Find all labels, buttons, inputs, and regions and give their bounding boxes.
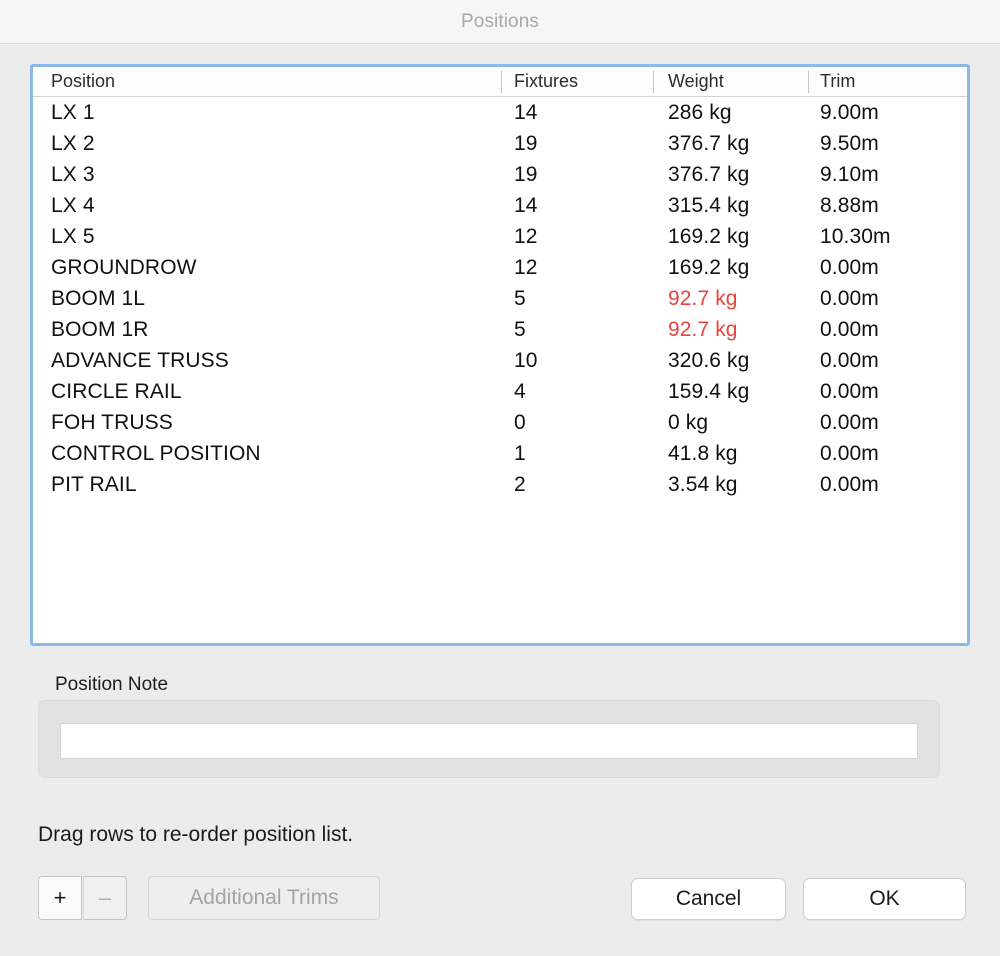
position-note-input[interactable] [60,723,918,759]
cell-fix: 19 [514,163,538,186]
cell-pos: GROUNDROW [51,256,197,279]
window-title: Positions [461,10,539,32]
cell-trim: 0.00m [820,411,879,434]
column-header-weight[interactable]: Weight [668,71,724,92]
cell-pos: LX 1 [51,101,95,124]
cell-fix: 10 [514,349,538,372]
cell-wgt: 159.4 kg [668,380,750,403]
cell-trim: 10.30m [820,225,891,248]
cell-wgt: 92.7 kg [668,318,738,341]
cell-pos: PIT RAIL [51,473,137,496]
cell-fix: 14 [514,101,538,124]
cell-wgt: 169.2 kg [668,225,750,248]
cell-trim: 8.88m [820,194,879,217]
table-row[interactable]: LX 4 14 315.4 kg 8.88m [33,192,967,223]
cell-trim: 9.50m [820,132,879,155]
cell-wgt: 376.7 kg [668,163,750,186]
cell-pos: LX 4 [51,194,95,217]
position-note-group [38,700,940,778]
cell-fix: 12 [514,225,538,248]
cell-trim: 0.00m [820,318,879,341]
cell-fix: 2 [514,473,526,496]
position-note-label: Position Note [55,674,169,695]
cell-wgt: 315.4 kg [668,194,750,217]
cell-wgt: 3.54 kg [668,473,738,496]
table-row[interactable]: BOOM 1R 5 92.7 kg 0.00m [33,316,967,347]
cell-trim: 0.00m [820,473,879,496]
table-header-row: Position Fixtures Weight Trim [33,67,967,97]
cell-pos: LX 2 [51,132,95,155]
column-divider-1[interactable] [501,71,502,93]
cell-wgt: 169.2 kg [668,256,750,279]
cell-pos: CONTROL POSITION [51,442,261,465]
table-row[interactable]: LX 1 14 286 kg 9.00m [33,99,967,130]
cell-fix: 19 [514,132,538,155]
column-header-fixtures[interactable]: Fixtures [514,71,578,92]
positions-table-inner: Position Fixtures Weight Trim LX 1 14 286 … [33,67,967,643]
column-header-position[interactable]: Position [51,71,115,92]
cell-fix: 5 [514,287,526,310]
column-header-trim[interactable]: Trim [820,71,855,92]
table-row[interactable]: LX 2 19 376.7 kg 9.50m [33,130,967,161]
positions-dialog: Positions Position Fixtures Weight Trim … [0,0,1000,956]
positions-row-list: LX 1 14 286 kg 9.00m LX 2 19 376.7 kg 9.50m LX 3… [33,97,967,502]
cell-pos: CIRCLE RAIL [51,380,182,403]
cell-wgt: 41.8 kg [668,442,738,465]
table-row[interactable]: FOH TRUSS 0 0 kg 0.00m [33,409,967,440]
cell-trim: 0.00m [820,256,879,279]
cell-pos: LX 5 [51,225,95,248]
cell-trim: 0.00m [820,442,879,465]
add-position-button[interactable]: + [38,876,82,920]
positions-table[interactable]: Position Fixtures Weight Trim LX 1 14 286 … [30,64,970,646]
remove-position-button[interactable]: – [83,876,127,920]
cell-fix: 14 [514,194,538,217]
cell-wgt: 92.7 kg [668,287,738,310]
cancel-button[interactable]: Cancel [631,878,786,920]
cell-wgt: 286 kg [668,101,732,124]
additional-trims-button[interactable]: Additional Trims [148,876,380,920]
window-titlebar: Positions [0,0,1000,44]
cell-pos: ADVANCE TRUSS [51,349,229,372]
column-divider-2[interactable] [653,71,654,93]
cell-wgt: 376.7 kg [668,132,750,155]
cell-fix: 0 [514,411,526,434]
table-row[interactable]: GROUNDROW 12 169.2 kg 0.00m [33,254,967,285]
cell-fix: 12 [514,256,538,279]
cell-wgt: 320.6 kg [668,349,750,372]
table-row[interactable]: LX 5 12 169.2 kg 10.30m [33,223,967,254]
cell-wgt: 0 kg [668,411,709,434]
cell-pos: LX 3 [51,163,95,186]
cell-trim: 0.00m [820,349,879,372]
cell-pos: BOOM 1L [51,287,146,310]
cell-trim: 9.00m [820,101,879,124]
table-row[interactable]: ADVANCE TRUSS 10 320.6 kg 0.00m [33,347,967,378]
cell-fix: 4 [514,380,526,403]
cell-trim: 0.00m [820,380,879,403]
cell-trim: 9.10m [820,163,879,186]
table-row[interactable]: PIT RAIL 2 3.54 kg 0.00m [33,471,967,502]
cell-fix: 1 [514,442,526,465]
table-row[interactable]: BOOM 1L 5 92.7 kg 0.00m [33,285,967,316]
drag-hint-text: Drag rows to re-order position list. [38,823,354,846]
cell-pos: BOOM 1R [51,318,149,341]
table-row[interactable]: CIRCLE RAIL 4 159.4 kg 0.00m [33,378,967,409]
ok-button[interactable]: OK [803,878,966,920]
cell-pos: FOH TRUSS [51,411,173,434]
cell-fix: 5 [514,318,526,341]
column-divider-3[interactable] [808,71,809,93]
table-row[interactable]: CONTROL POSITION 1 41.8 kg 0.00m [33,440,967,471]
table-row[interactable]: LX 3 19 376.7 kg 9.10m [33,161,967,192]
cell-trim: 0.00m [820,287,879,310]
